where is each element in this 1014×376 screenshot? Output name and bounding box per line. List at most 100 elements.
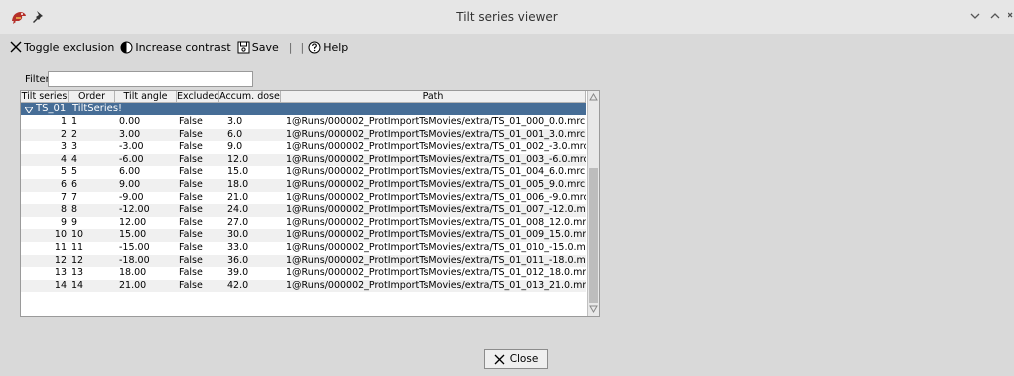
cell-index: 7 bbox=[60, 191, 67, 203]
cell-accum-dose: 33.0 bbox=[227, 241, 249, 253]
cell-path: 1@Runs/000002_ProtImportTsMovies/extra/T… bbox=[286, 241, 586, 253]
table-row[interactable]: 13 13 18.00 False 39.0 1@Runs/000002_ProtImpo… bbox=[21, 267, 586, 280]
save-button[interactable]: Save bbox=[237, 41, 279, 54]
cell-excluded: False bbox=[179, 279, 203, 291]
cell-index: 1 bbox=[60, 116, 67, 127]
cell-order: 11 bbox=[71, 241, 84, 253]
cell-accum-dose: 21.0 bbox=[227, 191, 249, 203]
cell-tilt-angle: 12.00 bbox=[119, 216, 147, 228]
table-row[interactable]: 12 12 -18.00 False 36.0 1@Runs/000002_ProtImp… bbox=[21, 254, 586, 268]
cell-path: 1@Runs/000002_ProtImportTsMovies/extra/T… bbox=[286, 178, 586, 190]
cell-path: 1@Runs/000002_ProtImportTsMovies/extra/T… bbox=[286, 191, 586, 203]
contrast-icon bbox=[120, 41, 133, 53]
cell-order: 2 bbox=[71, 128, 78, 140]
cell-order: 12 bbox=[71, 254, 84, 266]
cell-path: 1@Runs/000002_ProtImportTsMovies/extra/T… bbox=[286, 166, 586, 178]
table-row[interactable]: 10 10 15.00 False 30.0 1@Runs/000002_ProtImpo… bbox=[21, 229, 586, 242]
cell-order: 8 bbox=[71, 204, 78, 216]
toggle-exclusion-button[interactable]: Toggle exclusion bbox=[10, 41, 114, 54]
cell-order: 6 bbox=[71, 178, 78, 190]
cell-accum-dose: 12.0 bbox=[227, 153, 249, 165]
cell-index: 13 bbox=[54, 267, 67, 279]
table-row[interactable]: 9 9 12.00 False 27.0 1@Runs/000002_ProtImport… bbox=[21, 217, 586, 230]
table-row[interactable]: 11 11 -15.00 False 33.0 1@Runs/000002_ProtImp… bbox=[21, 242, 586, 255]
cell-index: 5 bbox=[60, 166, 67, 178]
cell-path: 1@Runs/000002_ProtImportTsMovies/extra/T… bbox=[286, 216, 586, 228]
table-row[interactable]: 2 2 3.00 False 6.0 1@Runs/000002_ProtImportTs… bbox=[21, 128, 586, 142]
table-row[interactable]: 5 5 6.00 False 15.0 1@Runs/000002_ProtImportT… bbox=[21, 166, 586, 179]
cell-path: 1@Runs/000002_ProtImportTsMovies/extra/T… bbox=[286, 204, 586, 216]
save-icon bbox=[237, 41, 250, 53]
column-header-tilt-series[interactable]: Tilt series bbox=[21, 91, 69, 102]
close-button[interactable]: Close bbox=[484, 349, 548, 369]
table-row[interactable]: 8 8 -12.00 False 24.0 1@Runs/000002_ProtImpor… bbox=[21, 204, 586, 217]
column-header-path[interactable]: Path bbox=[281, 91, 586, 102]
table-row[interactable]: 3 3 -3.00 False 9.0 1@Runs/000002_ProtImportT… bbox=[21, 141, 586, 154]
cell-excluded: False bbox=[179, 216, 203, 228]
maximize-chevron-icon[interactable] bbox=[988, 9, 1002, 23]
cell-index: 10 bbox=[54, 229, 67, 241]
increase-contrast-label: Increase contrast bbox=[135, 40, 231, 54]
cell-excluded: False bbox=[179, 178, 203, 190]
vertical-scrollbar[interactable] bbox=[587, 91, 599, 316]
title-bar: Tilt series viewer bbox=[0, 0, 1014, 34]
scrollbar-thumb[interactable] bbox=[589, 168, 598, 303]
cell-tilt-angle: 15.00 bbox=[119, 229, 147, 241]
cell-path: 1@Runs/000002_ProtImportTsMovies/extra/T… bbox=[286, 128, 586, 140]
cell-excluded: False bbox=[179, 166, 203, 178]
table-row[interactable]: 6 6 9.00 False 18.0 1@Runs/000002_ProtImportT… bbox=[21, 178, 586, 192]
increase-contrast-button[interactable]: Increase contrast bbox=[120, 40, 231, 54]
cell-accum-dose: 18.0 bbox=[227, 178, 249, 190]
scroll-down-icon[interactable] bbox=[589, 304, 598, 314]
cell-excluded: False bbox=[179, 141, 203, 153]
cell-tilt-angle: -15.00 bbox=[119, 241, 150, 253]
cell-excluded: False bbox=[179, 128, 203, 140]
tilt-series-group-row[interactable]: TS_01 TiltSeries! bbox=[21, 103, 586, 115]
cell-path: 1@Runs/000002_ProtImportTsMovies/extra/T… bbox=[286, 279, 586, 291]
expand-triangle-icon[interactable] bbox=[25, 107, 33, 113]
cell-accum-dose: 39.0 bbox=[227, 267, 249, 279]
cell-tilt-angle: -6.00 bbox=[119, 153, 144, 165]
table-row[interactable]: 7 7 -9.00 False 21.0 1@Runs/000002_ProtImport… bbox=[21, 192, 586, 205]
cell-tilt-angle: -12.00 bbox=[119, 204, 150, 216]
cell-accum-dose: 36.0 bbox=[227, 254, 249, 266]
cell-path: 1@Runs/000002_ProtImportTsMovies/extra/T… bbox=[286, 267, 586, 279]
cell-index: 9 bbox=[60, 216, 67, 228]
cell-tilt-angle: -3.00 bbox=[119, 141, 144, 153]
minimize-chevron-icon[interactable] bbox=[968, 9, 982, 23]
tilt-series-label: TiltSeries! bbox=[72, 103, 123, 114]
column-header-tilt-angle[interactable]: Tilt angle bbox=[115, 91, 177, 102]
filter-input[interactable] bbox=[48, 71, 253, 87]
cell-excluded: False bbox=[179, 241, 203, 253]
cell-order: 3 bbox=[71, 141, 78, 153]
tilt-series-id: TS_01 bbox=[36, 103, 67, 114]
cell-excluded: False bbox=[179, 254, 203, 266]
cell-index: 14 bbox=[54, 279, 67, 291]
cell-path: 1@Runs/000002_ProtImportTsMovies/extra/T… bbox=[286, 229, 586, 241]
table-row[interactable]: 1 1 0.00 False 3.0 1@Runs/000002_ProtImportTs… bbox=[21, 116, 586, 129]
cell-index: 4 bbox=[60, 153, 67, 165]
close-window-icon[interactable] bbox=[1008, 9, 1014, 23]
toolbar-separator: | bbox=[288, 40, 293, 54]
cell-order: 1 bbox=[71, 116, 78, 127]
table-row[interactable]: 4 4 -6.00 False 12.0 1@Runs/000002_ProtImport… bbox=[21, 153, 586, 167]
cell-excluded: False bbox=[179, 191, 203, 203]
table-row[interactable]: 14 14 21.00 False 42.0 1@Runs/000002_ProtImpo… bbox=[21, 279, 586, 293]
column-header-order[interactable]: Order bbox=[69, 91, 115, 102]
cell-tilt-angle: 6.00 bbox=[119, 166, 141, 178]
cell-accum-dose: 15.0 bbox=[227, 166, 249, 178]
cell-excluded: False bbox=[179, 229, 203, 241]
cell-index: 3 bbox=[60, 141, 67, 153]
tilt-series-table[interactable]: Tilt series Order Tilt angle Excluded Ac… bbox=[20, 90, 600, 317]
cell-excluded: False bbox=[179, 204, 203, 216]
column-header-excluded[interactable]: Excluded bbox=[177, 91, 219, 102]
scroll-up-icon[interactable] bbox=[589, 92, 598, 102]
cell-path: 1@Runs/000002_ProtImportTsMovies/extra/T… bbox=[286, 116, 586, 127]
help-button[interactable]: Help bbox=[308, 41, 348, 54]
help-icon bbox=[308, 41, 321, 53]
toggle-exclusion-label: Toggle exclusion bbox=[24, 40, 115, 54]
cell-index: 6 bbox=[60, 178, 67, 190]
cell-excluded: False bbox=[179, 153, 203, 165]
column-header-accum-dose[interactable]: Accum. dose bbox=[219, 91, 281, 102]
cell-path: 1@Runs/000002_ProtImportTsMovies/extra/T… bbox=[286, 153, 586, 165]
